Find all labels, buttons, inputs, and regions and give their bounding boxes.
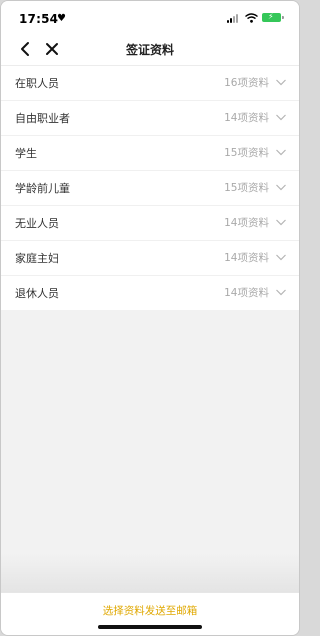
list-item-count: 16项资料 bbox=[224, 77, 269, 89]
list-item-label: 学龄前儿童 bbox=[15, 182, 70, 195]
chevron-down-icon bbox=[276, 149, 286, 156]
list-item-count: 14项资料 bbox=[224, 287, 269, 299]
list-item[interactable]: 学龄前儿童 15项资料 bbox=[1, 171, 299, 206]
list-item[interactable]: 自由职业者 14项资料 bbox=[1, 101, 299, 136]
chevron-down-icon bbox=[276, 184, 286, 191]
wifi-icon bbox=[245, 13, 258, 23]
list-item-label: 自由职业者 bbox=[15, 112, 70, 125]
page-title: 签证资料 bbox=[125, 43, 174, 57]
list-item-label: 学生 bbox=[15, 147, 37, 160]
phone-screen: 17:54 ♥ ⚡ 签证资料 在职人员 16项资料 自由职业者 14项资料 学生… bbox=[0, 0, 300, 636]
document-category-list: 在职人员 16项资料 自由职业者 14项资料 学生 15项资料 学龄前儿童 15… bbox=[1, 66, 299, 310]
bottom-shadow bbox=[1, 553, 299, 593]
chevron-down-icon bbox=[276, 254, 286, 261]
send-to-email-button[interactable]: 选择资料发送至邮箱 bbox=[1, 603, 299, 618]
list-item-label: 无业人员 bbox=[15, 217, 59, 230]
list-item-count: 15项资料 bbox=[224, 182, 269, 194]
chevron-down-icon bbox=[276, 289, 286, 296]
list-item-count: 14项资料 bbox=[224, 112, 269, 124]
chevron-down-icon bbox=[276, 219, 286, 226]
list-item[interactable]: 退休人员 14项资料 bbox=[1, 276, 299, 310]
list-item[interactable]: 学生 15项资料 bbox=[1, 136, 299, 171]
list-item-count: 14项资料 bbox=[224, 217, 269, 229]
list-item-count: 15项资料 bbox=[224, 147, 269, 159]
bolt-icon: ⚡ bbox=[268, 12, 274, 21]
list-item-label: 家庭主妇 bbox=[15, 252, 59, 265]
list-item-count: 14项资料 bbox=[224, 252, 269, 264]
list-item[interactable]: 在职人员 16项资料 bbox=[1, 66, 299, 101]
list-item-label: 退休人员 bbox=[15, 287, 59, 300]
signal-icon bbox=[227, 14, 241, 23]
home-indicator bbox=[98, 625, 202, 629]
bottom-bar: 选择资料发送至邮箱 bbox=[1, 592, 299, 635]
chevron-down-icon bbox=[276, 79, 286, 86]
list-item[interactable]: 家庭主妇 14项资料 bbox=[1, 241, 299, 276]
status-time: 17:54 bbox=[19, 12, 59, 26]
nav-bar: 签证资料 bbox=[1, 35, 299, 66]
chevron-down-icon bbox=[276, 114, 286, 121]
list-item[interactable]: 无业人员 14项资料 bbox=[1, 206, 299, 241]
status-bar: 17:54 ♥ ⚡ bbox=[1, 1, 299, 35]
heart-icon: ♥ bbox=[57, 13, 66, 24]
battery-charging-icon: ⚡ bbox=[262, 12, 284, 22]
list-item-label: 在职人员 bbox=[15, 77, 59, 90]
